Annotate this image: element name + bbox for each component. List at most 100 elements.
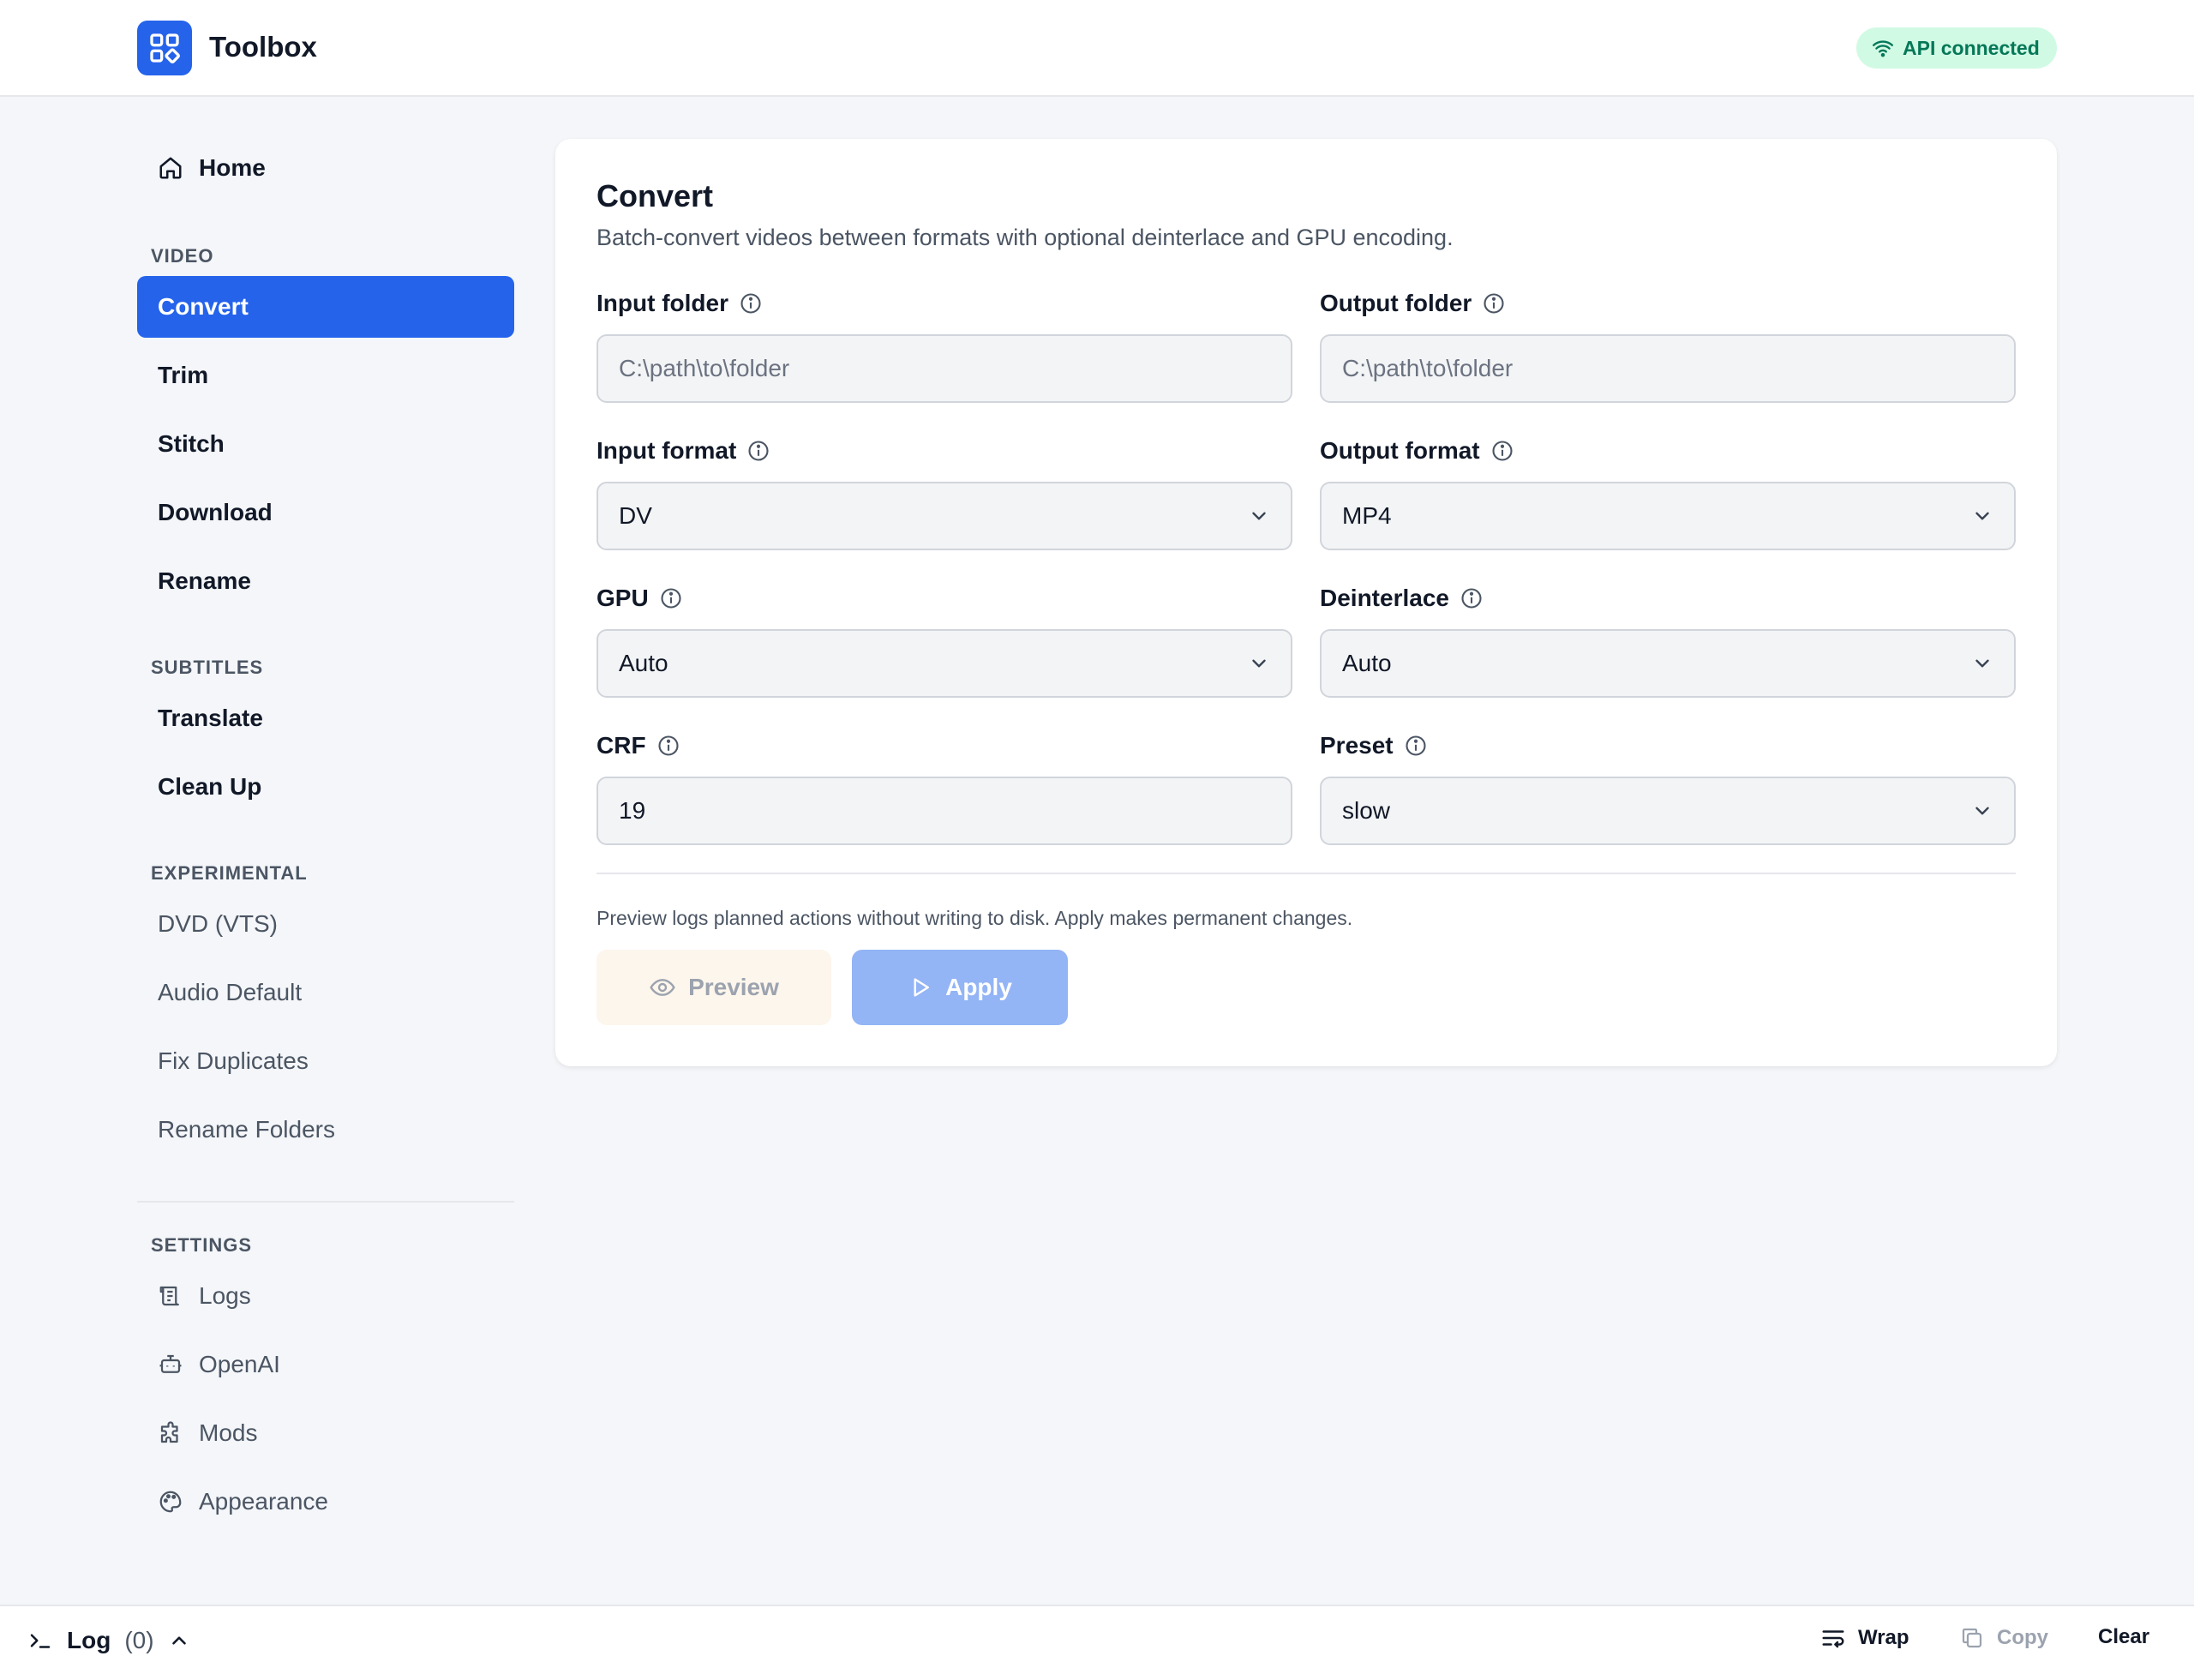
crf-value[interactable]: 19: [619, 797, 1270, 825]
input-folder-input[interactable]: [619, 355, 1270, 382]
sidebar-item-logs[interactable]: Logs: [137, 1265, 514, 1327]
chevron-down-icon: [1248, 505, 1270, 527]
field-label-text: Output format: [1320, 437, 1480, 464]
info-icon[interactable]: [1482, 291, 1506, 315]
info-icon[interactable]: [746, 439, 770, 463]
sidebar-item-download[interactable]: Download: [137, 482, 514, 543]
wrap-text-icon: [1822, 1630, 1844, 1648]
copy-icon: [1962, 1628, 1982, 1648]
app-title: Toolbox: [209, 31, 317, 63]
sidebar-item-label: Mods: [199, 1419, 258, 1446]
output-format-label: Output format: [1320, 437, 1514, 465]
sidebar-item-label: Rename: [158, 567, 251, 594]
scroll-icon: [158, 1283, 183, 1309]
section-label-video: VIDEO: [151, 245, 214, 267]
chevron-down-icon: [1971, 505, 1993, 527]
api-status-label: API connected: [1903, 36, 2040, 59]
field-label-text: Deinterlace: [1320, 585, 1449, 611]
api-status-badge: API connected: [1856, 27, 2057, 69]
log-toggle[interactable]: Log (0): [27, 1627, 190, 1654]
section-label-experimental: EXPERIMENTAL: [151, 862, 308, 884]
sidebar-divider: [137, 1201, 514, 1203]
apply-button-label: Apply: [945, 974, 1012, 1000]
output-folder-label: Output folder: [1320, 290, 1506, 317]
chevron-down-icon: [1971, 652, 1993, 675]
crf-field[interactable]: 19: [596, 777, 1292, 845]
output-folder-input[interactable]: [1342, 355, 1993, 382]
clear-button-label: Clear: [2098, 1625, 2150, 1648]
field-label-text: Output folder: [1320, 290, 1472, 316]
sidebar-item-label: OpenAI: [199, 1351, 280, 1377]
sidebar-item-label: Rename Folders: [158, 1116, 335, 1143]
sidebar-item-home[interactable]: Home: [137, 137, 514, 199]
clear-button[interactable]: Clear: [2098, 1625, 2149, 1649]
select-value: Auto: [1342, 650, 1392, 676]
preview-button[interactable]: Preview: [596, 950, 831, 1025]
select-value: MP4: [1342, 502, 1392, 529]
output-format-select[interactable]: MP4: [1320, 482, 2016, 550]
info-icon[interactable]: [656, 734, 680, 758]
home-icon: [158, 155, 183, 181]
sidebar-item-label: Fix Duplicates: [158, 1047, 309, 1074]
chevron-up-icon[interactable]: [168, 1629, 190, 1652]
chevron-down-icon: [1248, 652, 1270, 675]
sidebar-item-rename[interactable]: Rename: [137, 550, 514, 612]
log-count: (0): [124, 1627, 154, 1653]
info-icon[interactable]: [1404, 734, 1428, 758]
deinterlace-select[interactable]: Auto: [1320, 629, 2016, 698]
section-label-subtitles: SUBTITLES: [151, 657, 264, 678]
field-label-text: GPU: [596, 585, 649, 611]
sidebar-item-audio-default[interactable]: Audio Default: [137, 962, 514, 1023]
info-icon[interactable]: [1490, 439, 1514, 463]
sidebar-item-label: Appearance: [199, 1488, 329, 1515]
field-label-text: Input format: [596, 437, 737, 464]
log-label: Log: [67, 1627, 111, 1653]
info-icon[interactable]: [659, 586, 683, 610]
sidebar-item-label: DVD (VTS): [158, 910, 278, 937]
sidebar-item-label: Clean Up: [158, 773, 262, 800]
section-label-settings: SETTINGS: [151, 1234, 253, 1256]
sidebar-item-fix-duplicates[interactable]: Fix Duplicates: [137, 1030, 514, 1092]
sidebar-item-label: Logs: [199, 1282, 251, 1309]
deinterlace-label: Deinterlace: [1320, 585, 1484, 612]
eye-icon: [650, 979, 675, 996]
select-value: Auto: [619, 650, 668, 676]
sidebar-item-rename-folders[interactable]: Rename Folders: [137, 1099, 514, 1161]
sidebar-item-label: Home: [199, 154, 266, 181]
copy-button[interactable]: Copy: [1959, 1625, 2048, 1651]
sidebar-item-stitch[interactable]: Stitch: [137, 413, 514, 475]
sidebar-item-openai[interactable]: OpenAI: [137, 1334, 514, 1395]
gpu-select[interactable]: Auto: [596, 629, 1292, 698]
card-divider: [596, 873, 2016, 874]
palette-icon: [158, 1489, 183, 1515]
input-format-select[interactable]: DV: [596, 482, 1292, 550]
sidebar-item-label: Convert: [158, 293, 249, 320]
terminal-icon: [30, 1634, 51, 1648]
copy-button-label: Copy: [1997, 1626, 2048, 1649]
input-format-label: Input format: [596, 437, 770, 465]
sidebar-item-dvd-vts[interactable]: DVD (VTS): [137, 893, 514, 955]
input-folder-label: Input folder: [596, 290, 763, 317]
action-hint: Preview logs planned actions without wri…: [596, 907, 1353, 929]
sidebar-item-convert[interactable]: Convert: [137, 276, 514, 338]
info-icon[interactable]: [739, 291, 763, 315]
info-icon[interactable]: [1460, 586, 1484, 610]
chevron-down-icon: [1971, 800, 1993, 822]
output-folder-field[interactable]: [1320, 334, 2016, 403]
log-bar: Log (0) Wrap Copy Clear: [0, 1605, 2194, 1680]
wrap-button[interactable]: Wrap: [1820, 1625, 1909, 1651]
apply-button[interactable]: Apply: [852, 950, 1068, 1025]
preset-select[interactable]: slow: [1320, 777, 2016, 845]
sidebar-item-mods[interactable]: Mods: [137, 1402, 514, 1464]
grid-icon: [150, 33, 180, 63]
gpu-label: GPU: [596, 585, 683, 612]
select-value: DV: [619, 502, 652, 529]
sidebar-item-appearance[interactable]: Appearance: [137, 1471, 514, 1533]
input-folder-field[interactable]: [596, 334, 1292, 403]
sidebar-item-trim[interactable]: Trim: [137, 345, 514, 406]
sidebar-item-translate[interactable]: Translate: [137, 687, 514, 749]
app-logo: [137, 21, 192, 75]
sidebar-item-label: Stitch: [158, 430, 225, 457]
preset-label: Preset: [1320, 732, 1428, 759]
sidebar-item-clean-up[interactable]: Clean Up: [137, 756, 514, 818]
